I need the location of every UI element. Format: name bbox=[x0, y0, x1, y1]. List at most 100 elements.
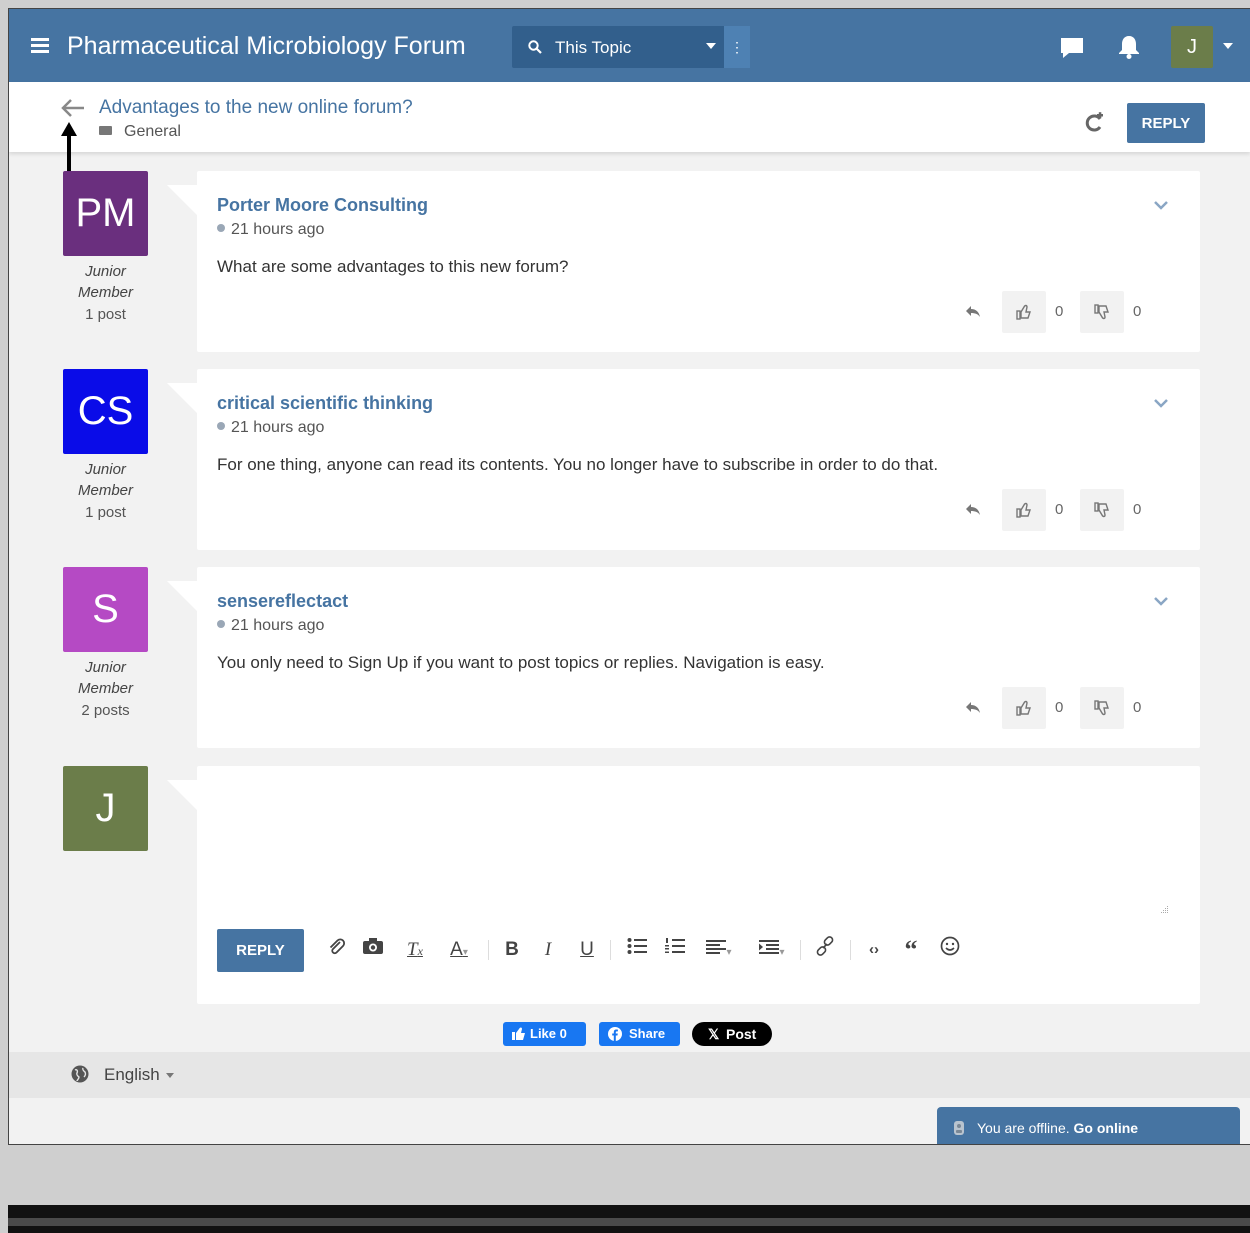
online-status-dot bbox=[217, 619, 225, 628]
site-title[interactable]: Pharmaceutical Microbiology Forum bbox=[67, 32, 466, 61]
post-author[interactable]: sensereflectact bbox=[217, 591, 348, 612]
thumbs-down-icon bbox=[1094, 502, 1109, 518]
align-icon[interactable]: ▾ bbox=[700, 936, 738, 964]
quote-icon[interactable]: “ bbox=[897, 936, 925, 964]
topic-category[interactable]: General bbox=[99, 123, 181, 141]
toolbar-separator bbox=[488, 940, 489, 960]
attach-icon[interactable] bbox=[323, 936, 349, 964]
post-author[interactable]: Porter Moore Consulting bbox=[217, 195, 428, 216]
post-actions: 0 0 bbox=[966, 687, 1200, 729]
post-actions: 0 0 bbox=[966, 291, 1200, 333]
upvote-count: 0 bbox=[1055, 501, 1064, 518]
facebook-like-button[interactable]: Like 0 bbox=[503, 1022, 586, 1046]
numbered-list-icon[interactable] bbox=[662, 936, 688, 964]
post-menu-chevron-icon[interactable] bbox=[1154, 597, 1168, 606]
offline-status-text: You are offline. Go online bbox=[977, 1120, 1139, 1136]
author-rank: Junior Member bbox=[77, 461, 133, 499]
user-avatar[interactable]: J bbox=[1171, 26, 1213, 68]
reply-composer: REPLY Tx A▾ B I U ▾ ▾ ‹› “ bbox=[167, 766, 1204, 1004]
post-card: sensereflectact 21 hours ago You only ne… bbox=[167, 567, 1200, 748]
post-menu-chevron-icon[interactable] bbox=[1154, 399, 1168, 408]
watch-topic-icon[interactable] bbox=[1083, 112, 1105, 134]
facebook-share-button[interactable]: Share bbox=[599, 1022, 680, 1046]
downvote-button[interactable] bbox=[1080, 291, 1124, 333]
facebook-icon bbox=[608, 1027, 622, 1041]
downvote-button[interactable] bbox=[1080, 687, 1124, 729]
post-content: For one thing, anyone can read its conte… bbox=[217, 455, 939, 474]
topic-title[interactable]: Advantages to the new online forum? bbox=[99, 97, 413, 119]
online-status-dot bbox=[217, 223, 225, 232]
notification-bell-icon[interactable] bbox=[1117, 34, 1141, 60]
post-time[interactable]: 21 hours ago bbox=[217, 617, 324, 635]
user-menu-caret-icon[interactable] bbox=[1223, 43, 1233, 49]
post-menu-chevron-icon[interactable] bbox=[1154, 201, 1168, 210]
footer: English bbox=[9, 1052, 1250, 1098]
browser-viewport: Pharmaceutical Microbiology Forum This T… bbox=[8, 8, 1250, 1145]
downvote-count: 0 bbox=[1133, 501, 1142, 518]
author-avatar[interactable]: S bbox=[63, 567, 148, 652]
thumbs-up-icon bbox=[1016, 304, 1031, 320]
go-online-link[interactable]: Go online bbox=[1074, 1120, 1139, 1136]
chevron-down-icon bbox=[165, 1073, 174, 1079]
author-avatar[interactable]: CS bbox=[63, 369, 148, 454]
post-time[interactable]: 21 hours ago bbox=[217, 221, 324, 239]
post-card: Porter Moore Consulting 21 hours ago Wha… bbox=[167, 171, 1200, 352]
clear-format-icon[interactable]: Tx bbox=[402, 936, 428, 964]
search-scope-label: This Topic bbox=[555, 38, 632, 57]
toolbar-separator bbox=[610, 940, 611, 960]
thumbs-down-icon bbox=[1094, 304, 1109, 320]
upvote-count: 0 bbox=[1055, 699, 1064, 716]
bullet-list-icon[interactable] bbox=[624, 936, 650, 964]
author-rank: Junior Member bbox=[77, 659, 133, 697]
folder-icon bbox=[99, 126, 112, 136]
text-color-icon[interactable]: A▾ bbox=[442, 936, 476, 964]
post-author[interactable]: critical scientific thinking bbox=[217, 393, 433, 414]
search-scope-dropdown[interactable]: This Topic ⋮ bbox=[512, 26, 750, 68]
author-post-count: 1 post bbox=[85, 504, 126, 521]
back-arrow-icon[interactable] bbox=[61, 99, 85, 117]
topic-header: Advantages to the new online forum? Gene… bbox=[9, 82, 1250, 152]
online-status-dot bbox=[217, 421, 225, 430]
post-time[interactable]: 21 hours ago bbox=[217, 419, 324, 437]
author-avatar[interactable]: PM bbox=[63, 171, 148, 256]
quote-reply-icon[interactable] bbox=[965, 305, 981, 317]
post-content: You only need to Sign Up if you want to … bbox=[217, 653, 825, 672]
downvote-button[interactable] bbox=[1080, 489, 1124, 531]
toolbar-separator bbox=[800, 940, 801, 960]
link-icon[interactable] bbox=[812, 936, 838, 964]
quote-reply-icon[interactable] bbox=[965, 701, 981, 713]
taskbar-line bbox=[8, 1218, 1250, 1226]
chat-icon[interactable] bbox=[1059, 36, 1085, 60]
bold-icon[interactable]: B bbox=[500, 936, 524, 964]
italic-icon[interactable]: I bbox=[536, 936, 560, 964]
menu-icon[interactable] bbox=[31, 38, 49, 53]
composer-avatar: J bbox=[63, 766, 148, 851]
underline-icon[interactable]: U bbox=[575, 936, 599, 964]
language-selector[interactable]: English bbox=[104, 1065, 174, 1085]
downvote-count: 0 bbox=[1133, 303, 1142, 320]
reply-textarea[interactable] bbox=[197, 766, 1204, 920]
post-content: What are some advantages to this new for… bbox=[217, 257, 569, 276]
indent-icon[interactable]: ▾ bbox=[753, 936, 791, 964]
code-icon[interactable]: ‹› bbox=[861, 936, 887, 964]
x-post-button[interactable]: 𝕏 Post bbox=[692, 1022, 772, 1046]
emoji-icon[interactable] bbox=[937, 936, 963, 964]
thumbs-up-icon bbox=[1016, 700, 1031, 716]
globe-icon bbox=[71, 1065, 89, 1083]
resize-grip-icon[interactable] bbox=[1159, 904, 1169, 914]
x-logo-icon: 𝕏 bbox=[708, 1026, 720, 1042]
chevron-down-icon bbox=[706, 43, 716, 49]
upvote-count: 0 bbox=[1055, 303, 1064, 320]
reply-button[interactable]: REPLY bbox=[1127, 103, 1205, 143]
upvote-button[interactable] bbox=[1002, 489, 1046, 531]
upvote-button[interactable] bbox=[1002, 291, 1046, 333]
search-options-button[interactable]: ⋮ bbox=[724, 26, 750, 68]
author-post-count: 2 posts bbox=[81, 702, 130, 719]
upvote-button[interactable] bbox=[1002, 687, 1046, 729]
thumbs-up-icon bbox=[512, 1027, 525, 1040]
category-label: General bbox=[124, 123, 181, 140]
post-actions: 0 0 bbox=[966, 489, 1200, 531]
quote-reply-icon[interactable] bbox=[965, 503, 981, 515]
submit-reply-button[interactable]: REPLY bbox=[217, 929, 304, 972]
camera-icon[interactable] bbox=[360, 936, 386, 964]
